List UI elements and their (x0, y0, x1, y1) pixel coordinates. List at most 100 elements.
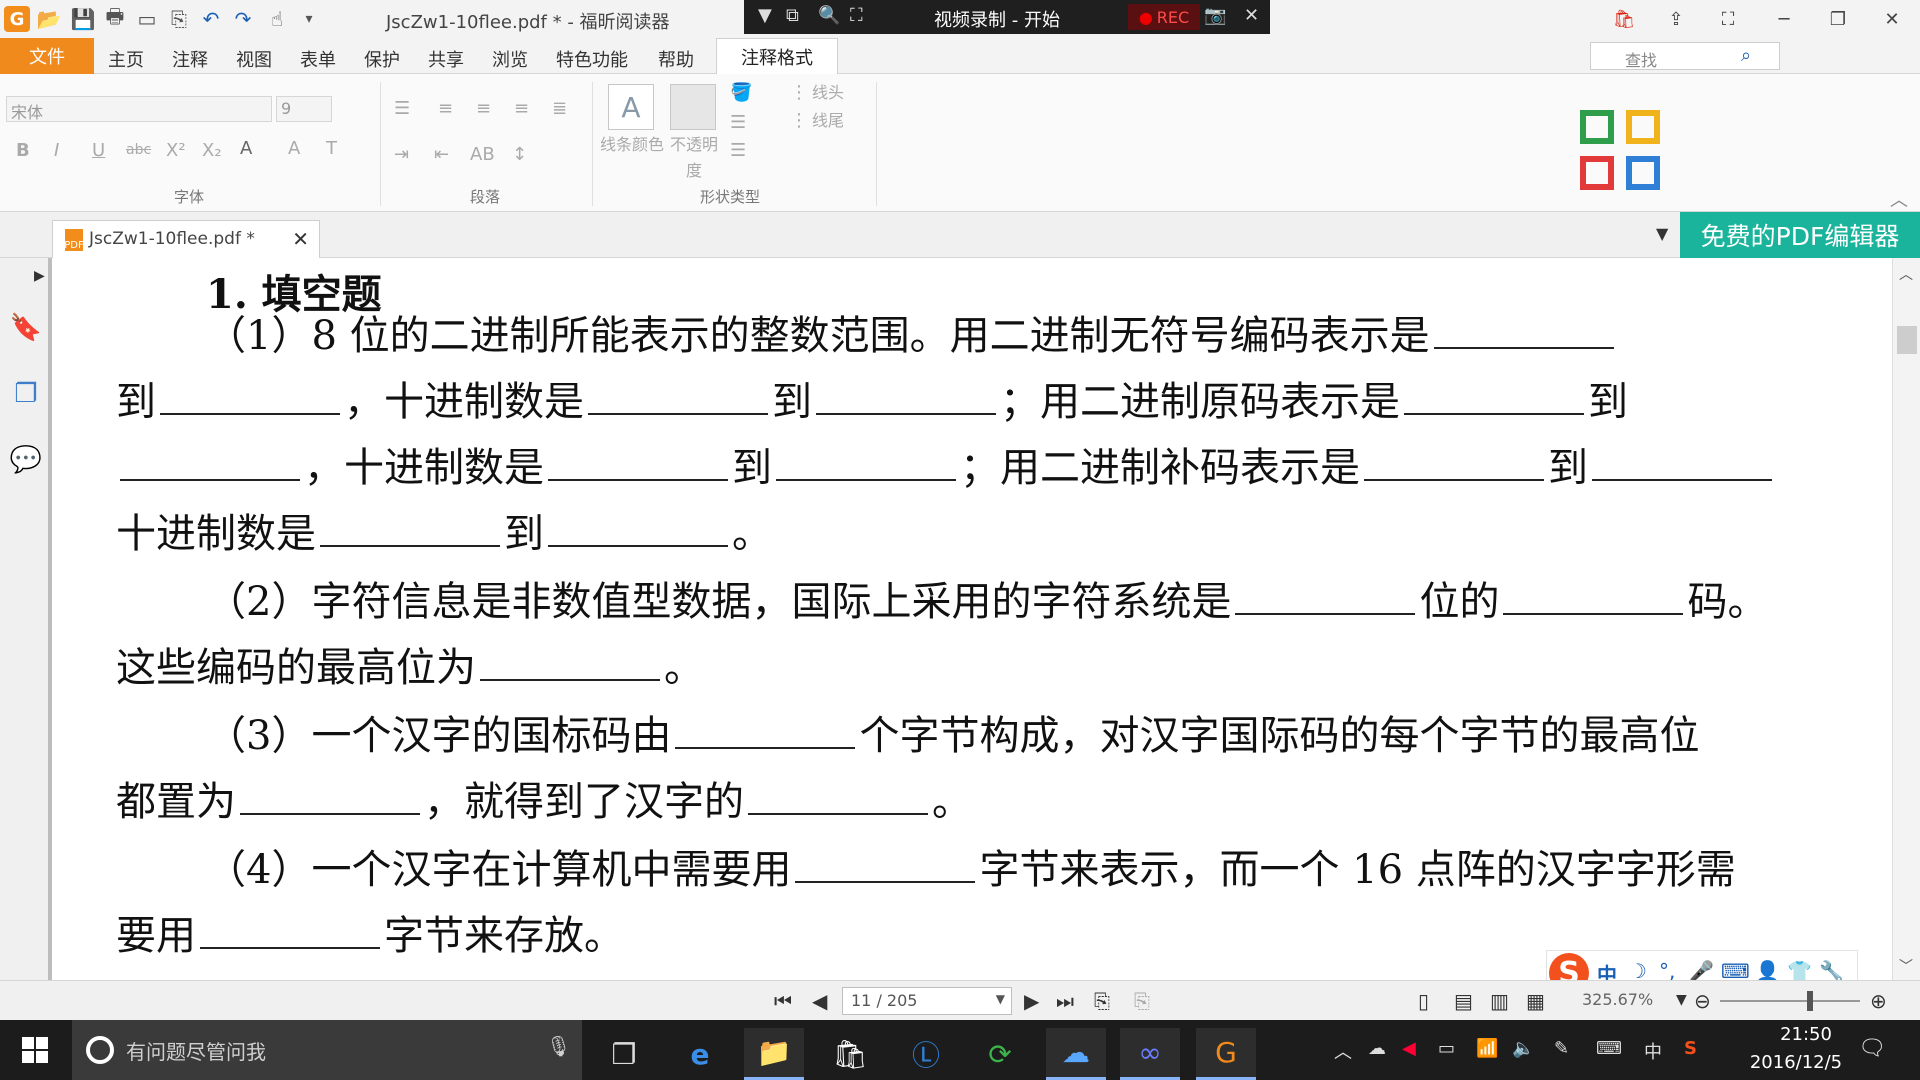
menu-form[interactable]: 表单 (300, 46, 336, 72)
search-input[interactable]: 查找 ⌕ (1590, 42, 1780, 70)
list-icon[interactable]: ☰ (394, 98, 410, 119)
strikethrough-icon[interactable]: abc (126, 142, 151, 158)
indent-icon[interactable]: ⇥ (394, 144, 409, 165)
redo-icon[interactable]: ↷ (230, 6, 256, 32)
fullscreen-icon[interactable]: ⛶ (1708, 4, 1748, 34)
region-icon[interactable]: ⛶ (850, 5, 863, 26)
align-center-icon[interactable]: ≡ (476, 98, 491, 119)
scan-icon[interactable]: ▭ (134, 6, 160, 32)
line-tail-label[interactable]: 线尾 (812, 108, 844, 134)
save-icon[interactable]: 💾 (70, 6, 96, 32)
volume-icon[interactable]: 🔈 (1512, 1038, 1534, 1059)
undo-icon[interactable]: ↶ (198, 6, 224, 32)
tab-annotation-format[interactable]: 注释格式 (716, 38, 838, 75)
task-view-icon[interactable]: ❐ (594, 1028, 654, 1080)
zoom-out-icon[interactable]: ⊖ (1694, 989, 1711, 1013)
action-center-icon[interactable]: 🗨 (1858, 1036, 1886, 1061)
page-number-input[interactable]: 11 / 205 ▼ (842, 987, 1012, 1015)
l-app-icon[interactable]: Ⓛ (896, 1028, 956, 1080)
subscript-icon[interactable]: X₂ (202, 140, 222, 161)
restore-icon[interactable]: ❐ (1818, 4, 1858, 34)
new-icon[interactable]: ⎘ (166, 6, 192, 32)
window-close-icon[interactable]: ✕ (1872, 4, 1912, 34)
input-lang-label[interactable]: 中 (1644, 1038, 1662, 1064)
font-color-icon[interactable]: A (240, 138, 252, 159)
next-page-icon[interactable]: ▶ (1024, 989, 1039, 1013)
align-right-icon[interactable]: ≡ (514, 98, 529, 119)
text-style-icon[interactable]: T (326, 138, 337, 159)
foxit-store-icon[interactable]: 🛍 (1604, 4, 1644, 34)
align-left-icon[interactable]: ≡ (438, 98, 453, 119)
vertical-scrollbar[interactable]: ︿ ﹀ (1892, 258, 1920, 980)
pen-icon[interactable]: ✎ (1554, 1038, 1569, 1059)
font-name-select[interactable]: 宋体 (6, 96, 272, 122)
line-style-icon[interactable]: ☰ (730, 140, 746, 161)
edge-icon[interactable]: e (670, 1028, 730, 1080)
clock-date[interactable]: 2016/12/5 (1736, 1052, 1856, 1073)
infinity-app-icon[interactable]: ∞ (1120, 1028, 1180, 1080)
sogou-tray-icon[interactable]: S (1684, 1038, 1697, 1059)
record-button[interactable]: ● REC (1128, 4, 1200, 30)
line-head-icon[interactable]: ⋮ (790, 82, 808, 103)
tab-document[interactable]: PDF JscZw1-10flee.pdf * ✕ (52, 220, 320, 258)
window-mode-icon[interactable]: ⧉ (786, 5, 799, 26)
camera-icon[interactable]: 📷 (1204, 5, 1226, 26)
superscript-icon[interactable]: X² (166, 140, 186, 161)
open-icon[interactable]: 📂 (36, 6, 62, 32)
zoom-icon[interactable]: 🔍 (818, 5, 840, 26)
menu-protect[interactable]: 保护 (364, 46, 400, 72)
text-effect-icon[interactable]: A (288, 138, 300, 159)
char-spacing-icon[interactable]: AB (470, 144, 495, 165)
store-icon[interactable]: 🛍 (820, 1028, 880, 1080)
zoom-dropdown-icon[interactable]: ▼ (1676, 992, 1687, 1008)
prev-page-icon[interactable]: ◀ (812, 989, 827, 1013)
customize-icon[interactable]: ▾ (296, 6, 322, 32)
zoom-slider-thumb[interactable] (1807, 991, 1813, 1011)
green-app-icon[interactable]: ⟳ (970, 1028, 1030, 1080)
print-icon[interactable]: 🖶 (102, 4, 128, 32)
facing-page-icon[interactable]: ▥ (1490, 989, 1509, 1013)
scroll-down-icon[interactable]: ﹀ (1899, 956, 1913, 976)
share-icon[interactable]: ⇪ (1656, 4, 1696, 34)
battery-icon[interactable]: ▭ (1438, 1038, 1455, 1059)
start-button[interactable] (0, 1020, 70, 1080)
search-icon[interactable]: ⌕ (1741, 45, 1751, 66)
red-app-tray-icon[interactable]: ◀ (1402, 1038, 1416, 1059)
zoom-in-icon[interactable]: ⊕ (1870, 989, 1887, 1013)
promo-banner[interactable]: 免费的PDF编辑器 (1680, 212, 1920, 258)
menu-file[interactable]: 文件 (0, 38, 94, 74)
file-explorer-icon[interactable]: 📁 (744, 1028, 804, 1080)
italic-icon[interactable]: I (54, 140, 59, 161)
cortana-search-box[interactable]: 有问题尽管问我 🎙 (72, 1020, 582, 1080)
zoom-slider[interactable] (1720, 1000, 1860, 1002)
outdent-icon[interactable]: ⇤ (434, 144, 449, 165)
single-page-icon[interactable]: ▯ (1418, 989, 1429, 1013)
dropdown-icon[interactable]: ▼ (758, 5, 772, 26)
prev-view-icon[interactable]: ⎘ (1094, 989, 1110, 1013)
font-size-select[interactable]: 9 (276, 96, 332, 122)
show-hidden-icons-icon[interactable]: ︿ (1334, 1038, 1352, 1064)
close-icon[interactable]: ✕ (1244, 5, 1259, 26)
foxit-reader-icon[interactable]: G (1196, 1028, 1256, 1080)
justify-icon[interactable]: ≣ (552, 98, 567, 119)
pages-icon[interactable]: ❐ (10, 378, 42, 410)
last-page-icon[interactable]: ⏭ (1056, 989, 1074, 1013)
first-page-icon[interactable]: ⏮ (774, 989, 792, 1013)
menu-help[interactable]: 帮助 (658, 46, 694, 72)
page-dropdown-icon[interactable]: ▼ (996, 992, 1005, 1006)
wifi-icon[interactable]: 📶 (1476, 1038, 1498, 1059)
collapse-ribbon-icon[interactable]: ︿ (1890, 186, 1908, 212)
minimize-icon[interactable]: ─ (1764, 4, 1804, 34)
continuous-facing-icon[interactable]: ▦ (1526, 989, 1545, 1013)
tab-close-icon[interactable]: ✕ (292, 227, 309, 251)
zoom-level[interactable]: 325.67% (1582, 990, 1653, 1009)
line-head-label[interactable]: 线头 (812, 80, 844, 106)
menu-home[interactable]: 主页 (108, 46, 144, 72)
line-width-icon[interactable]: ☰ (730, 112, 746, 133)
line-spacing-icon[interactable]: ↕ (512, 144, 527, 165)
bookmark-icon[interactable]: 🔖 (10, 312, 42, 344)
menu-comment[interactable]: 注释 (172, 46, 208, 72)
hand-tool-icon[interactable]: ☝ (264, 6, 290, 32)
menu-view[interactable]: 视图 (236, 46, 272, 72)
tab-list-icon[interactable]: ▼ (1656, 224, 1668, 243)
